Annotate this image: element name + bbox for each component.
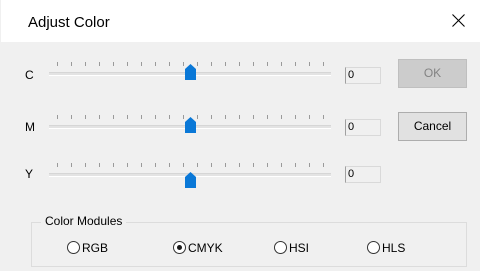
slider-tick [197, 115, 198, 119]
slider-tick [113, 62, 114, 66]
color-modules-label: Color Modules [41, 214, 127, 228]
slider-tick [253, 62, 254, 66]
ok-button[interactable]: OK [398, 59, 467, 88]
slider-tick [127, 163, 128, 167]
radio-label-hls: HLS [382, 241, 406, 255]
slider-tick [239, 62, 240, 66]
slider-tick [57, 62, 58, 66]
slider-tick [99, 62, 100, 66]
close-icon [452, 14, 465, 27]
slider-tick [295, 163, 296, 167]
slider-tick [169, 163, 170, 167]
slider-tick [309, 62, 310, 66]
slider-tick [183, 163, 184, 167]
slider-tick [99, 163, 100, 167]
slider-tick [197, 163, 198, 167]
slider-tick [71, 62, 72, 66]
slider-tick [141, 115, 142, 119]
slider-thumb-c[interactable] [185, 64, 196, 80]
radio-selected-dot [177, 245, 182, 250]
slider-tick [211, 115, 212, 119]
slider-tick [253, 163, 254, 167]
slider-tick [169, 62, 170, 66]
slider-tick [267, 62, 268, 66]
slider-tick [71, 163, 72, 167]
slider-tick [155, 62, 156, 66]
slider-tick [71, 115, 72, 119]
slider-tick [85, 115, 86, 119]
slider-tick [99, 115, 100, 119]
slider-tick [281, 115, 282, 119]
slider-tick [295, 115, 296, 119]
slider-tick [323, 62, 324, 66]
slider-tick [113, 115, 114, 119]
radio-circle [67, 241, 80, 254]
dialog-title: Adjust Color [28, 14, 110, 31]
slider-ticks-y [49, 163, 331, 168]
slider-tick [253, 115, 254, 119]
slider-thumb-y[interactable] [185, 172, 196, 188]
radio-label-cmyk: CMYK [188, 241, 223, 255]
slider-tick [267, 163, 268, 167]
slider-tick [239, 115, 240, 119]
slider-tick [281, 163, 282, 167]
slider-tick [57, 163, 58, 167]
slider-tick [183, 115, 184, 119]
slider-tick [309, 115, 310, 119]
slider-tick [211, 62, 212, 66]
slider-thumb-icon [185, 64, 196, 80]
close-button[interactable] [441, 5, 477, 37]
slider-tick [155, 163, 156, 167]
slider-tick [141, 62, 142, 66]
channel-value-c[interactable]: 0 [345, 67, 381, 84]
slider-thumb-icon [185, 172, 196, 188]
slider-tick [155, 115, 156, 119]
channel-label-y: Y [25, 167, 34, 181]
slider-tick [267, 115, 268, 119]
channel-value-y[interactable]: 0 [345, 166, 381, 183]
slider-tick [239, 163, 240, 167]
channel-label-c: C [25, 68, 34, 82]
channel-value-m[interactable]: 0 [345, 119, 381, 136]
slider-tick [85, 163, 86, 167]
slider-thumb-m[interactable] [185, 117, 196, 133]
slider-tick [295, 62, 296, 66]
slider-tick [211, 163, 212, 167]
slider-tick [225, 115, 226, 119]
slider-tick [127, 115, 128, 119]
slider-tick [323, 163, 324, 167]
radio-label-rgb: RGB [82, 241, 109, 255]
slider-tick [127, 62, 128, 66]
slider-tick [183, 62, 184, 66]
slider-tick [225, 163, 226, 167]
adjust-color-dialog: Adjust Color C 0 M 0 Y 0 OK Cancel Color… [0, 0, 480, 271]
title-bar: Adjust Color [1, 0, 480, 42]
slider-tick [141, 163, 142, 167]
channel-label-m: M [25, 120, 35, 134]
slider-tick [197, 62, 198, 66]
slider-tick [281, 62, 282, 66]
slider-tick [309, 163, 310, 167]
radio-circle [173, 241, 186, 254]
radio-circle [274, 241, 287, 254]
cancel-button[interactable]: Cancel [398, 112, 467, 141]
radio-label-hsi: HSI [289, 241, 310, 255]
slider-tick [169, 115, 170, 119]
slider-tick [85, 62, 86, 66]
radio-circle [367, 241, 380, 254]
slider-thumb-icon [185, 117, 196, 133]
slider-tick [225, 62, 226, 66]
slider-tick [113, 163, 114, 167]
slider-tick [57, 115, 58, 119]
slider-tick [323, 115, 324, 119]
